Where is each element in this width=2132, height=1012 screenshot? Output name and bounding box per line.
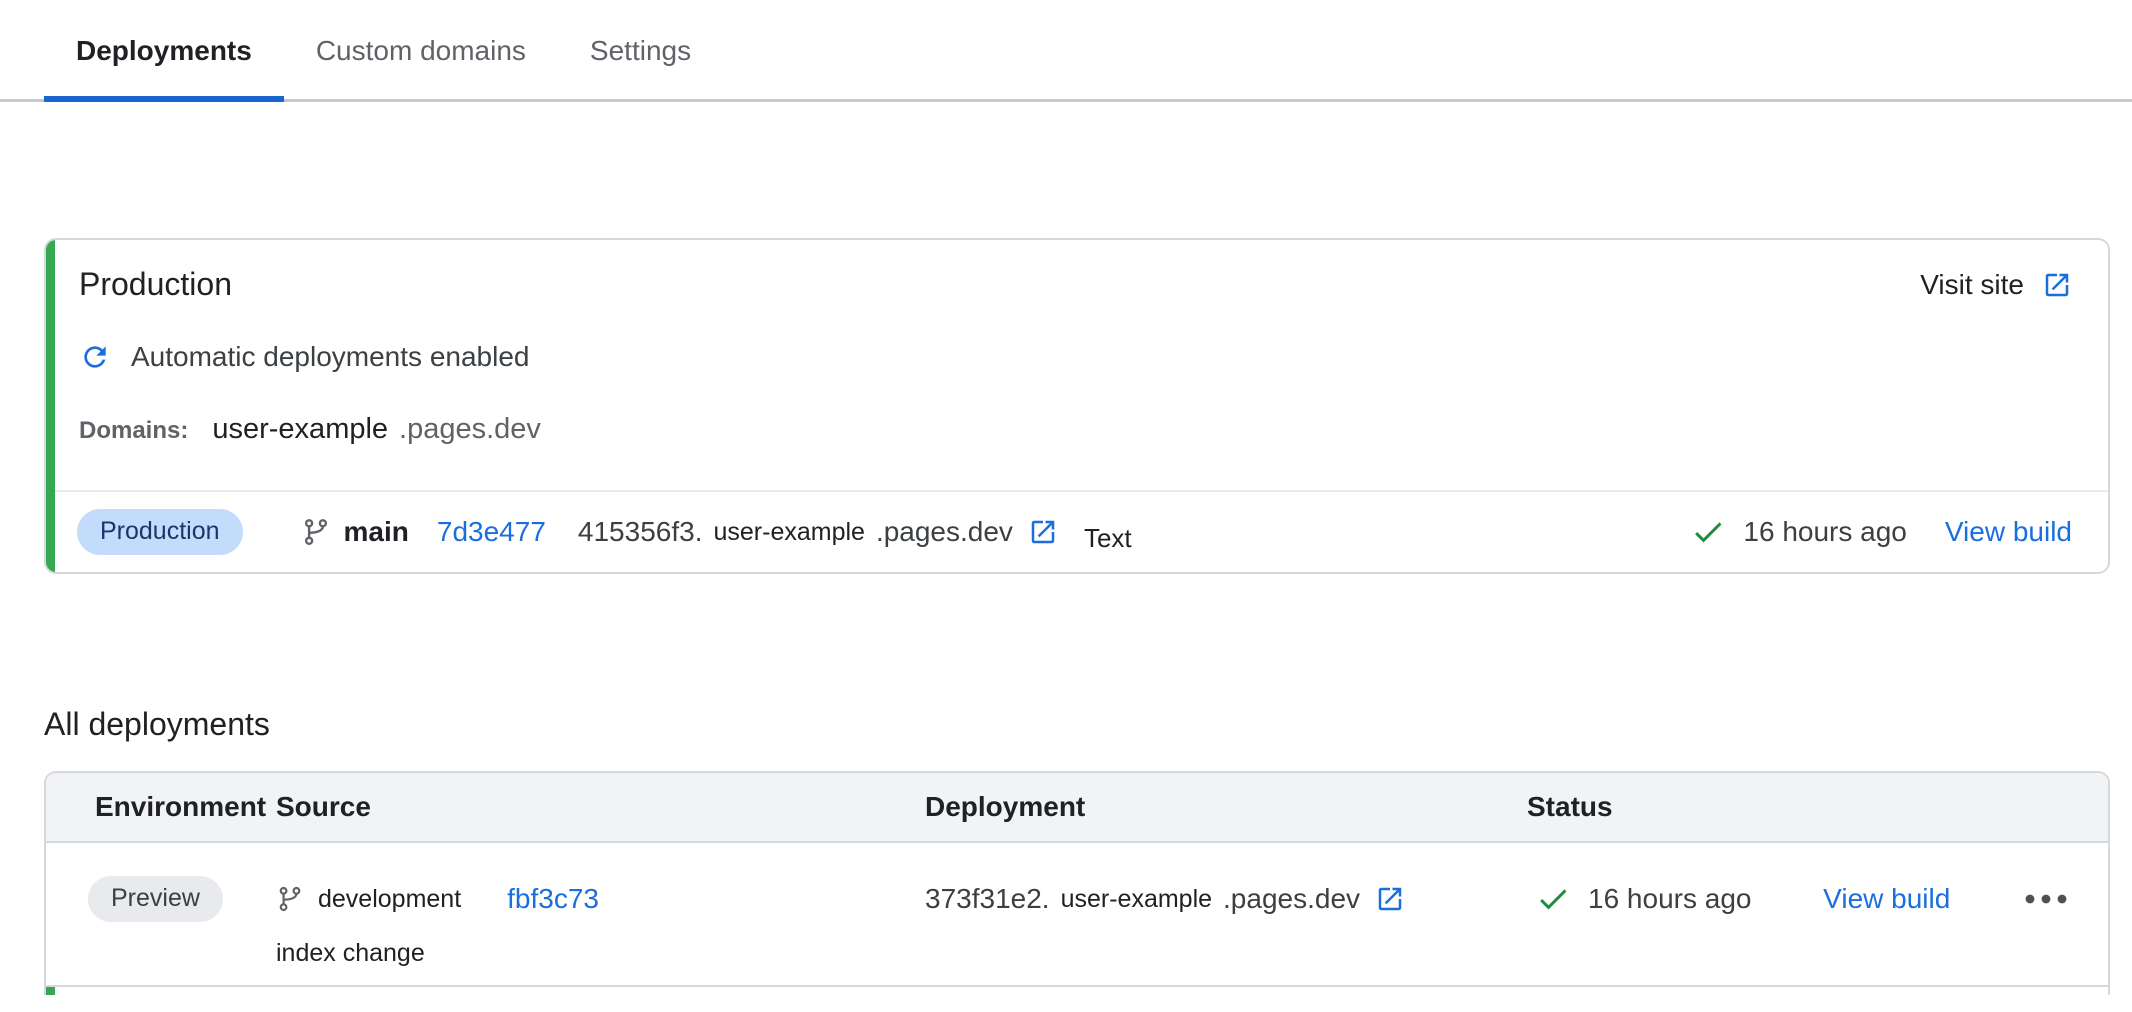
more-options-button[interactable] bbox=[2022, 875, 2070, 923]
tabs-bar: Deployments Custom domains Settings bbox=[0, 0, 2132, 102]
deployment-url-hash: 373f31e2. bbox=[925, 883, 1050, 915]
column-header-environment: Environment bbox=[46, 791, 276, 823]
visit-site-link[interactable]: Visit site bbox=[1920, 269, 2072, 301]
next-row-peek bbox=[44, 987, 2110, 995]
deployments-table: Environment Source Deployment Status Pre… bbox=[44, 771, 2110, 987]
view-build-link[interactable]: View build bbox=[1945, 516, 2072, 548]
deployment-note: Text bbox=[1084, 523, 1132, 554]
external-link-icon[interactable] bbox=[1375, 884, 1405, 914]
production-deployment-row: Production main 7d3e477 415356f3. user-e… bbox=[46, 492, 2108, 572]
tab-deployments[interactable]: Deployments bbox=[44, 0, 284, 102]
table-header-row: Environment Source Deployment Status bbox=[46, 773, 2108, 843]
environment-badge: Production bbox=[77, 509, 243, 555]
deployment-url-suffix: .pages.dev bbox=[876, 516, 1013, 548]
branch-icon bbox=[276, 885, 304, 913]
production-card-title: Production bbox=[79, 266, 232, 303]
auto-deployments-text: Automatic deployments enabled bbox=[131, 341, 529, 373]
deployment-time: 16 hours ago bbox=[1588, 883, 1751, 915]
table-row: Preview development fbf3c73 index change… bbox=[46, 843, 2108, 987]
view-build-link[interactable]: View build bbox=[1823, 883, 1950, 915]
tab-deployments-label: Deployments bbox=[76, 35, 252, 67]
tab-custom-domains[interactable]: Custom domains bbox=[284, 0, 558, 102]
external-link-icon[interactable] bbox=[1028, 517, 1058, 547]
tab-custom-domains-label: Custom domains bbox=[316, 35, 526, 67]
production-card: Production Visit site Automatic deployme… bbox=[44, 238, 2110, 574]
deployment-url-suffix: .pages.dev bbox=[1223, 883, 1360, 915]
production-accent-strip bbox=[46, 240, 55, 572]
more-icon bbox=[2022, 887, 2070, 911]
branch-icon bbox=[301, 517, 331, 547]
column-header-deployment: Deployment bbox=[925, 791, 1527, 823]
deployment-url: 415356f3. user-example .pages.dev bbox=[578, 516, 1058, 548]
deployment-url-hash: 415356f3. bbox=[578, 516, 703, 548]
column-header-source: Source bbox=[276, 791, 925, 823]
production-accent-strip bbox=[46, 987, 55, 995]
domain-suffix: .pages.dev bbox=[399, 413, 541, 446]
commit-hash-link[interactable]: 7d3e477 bbox=[437, 516, 546, 548]
tab-settings-label: Settings bbox=[590, 35, 691, 67]
refresh-icon bbox=[79, 341, 111, 373]
branch-name: main bbox=[344, 516, 409, 548]
deployment-time: 16 hours ago bbox=[1743, 516, 1906, 548]
domain-name: user-example bbox=[212, 413, 388, 446]
domains-label: Domains: bbox=[79, 417, 188, 445]
external-link-icon bbox=[2042, 270, 2072, 300]
all-deployments-title: All deployments bbox=[44, 706, 2132, 743]
branch-name: development bbox=[318, 885, 461, 914]
tab-settings[interactable]: Settings bbox=[558, 0, 723, 102]
column-header-status: Status bbox=[1527, 791, 2108, 823]
visit-site-label: Visit site bbox=[1920, 269, 2024, 301]
commit-message: index change bbox=[276, 939, 925, 968]
check-icon bbox=[1690, 514, 1726, 550]
deployment-url-domain: user-example bbox=[713, 518, 864, 547]
deployment-url: 373f31e2. user-example .pages.dev bbox=[925, 883, 1405, 915]
check-icon bbox=[1535, 881, 1571, 917]
environment-badge: Preview bbox=[88, 876, 223, 922]
deployment-url-domain: user-example bbox=[1061, 885, 1212, 914]
commit-hash-link[interactable]: fbf3c73 bbox=[507, 883, 599, 915]
